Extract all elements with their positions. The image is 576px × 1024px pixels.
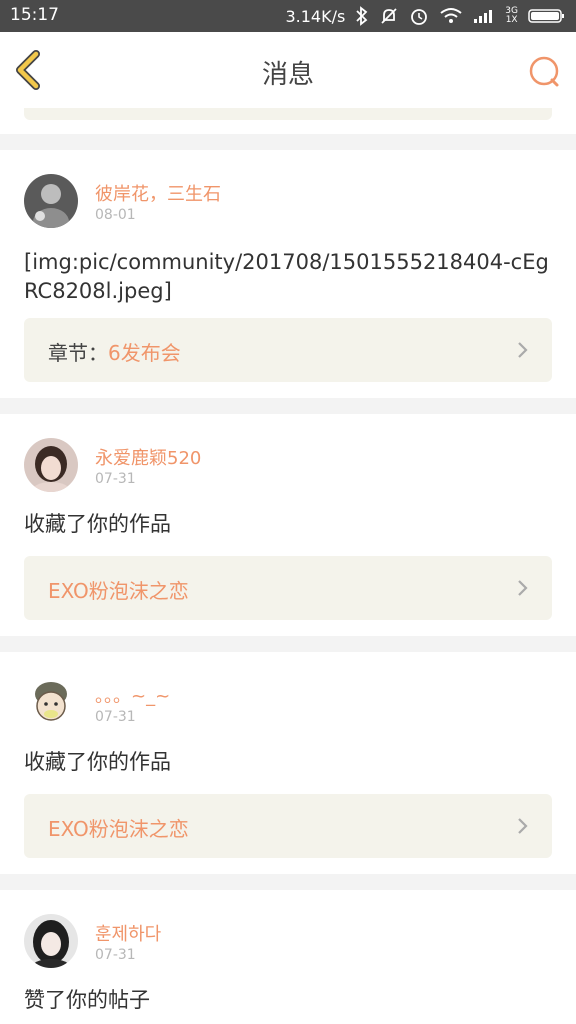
chapter-label: 章节： (48, 341, 108, 365)
message-card[interactable]: 永爱鹿颖520 07-31 收藏了你的作品 EXO粉泡沫之恋 (0, 414, 576, 636)
page-title: 消息 (261, 60, 314, 90)
message-date: 07-31 (95, 947, 136, 963)
battery-icon (528, 8, 566, 24)
avatar[interactable] (24, 174, 78, 228)
previous-card-fragment (0, 108, 576, 134)
status-bar: 15:17 3.14K/s 3G 1X (0, 0, 576, 32)
username[interactable]: 永爱鹿颖520 (95, 444, 201, 470)
message-date: 08-01 (95, 207, 136, 223)
reference-text: EXO粉泡沫之恋 (48, 575, 189, 604)
status-icons: 3.14K/s 3G 1X (285, 0, 566, 32)
chevron-right-icon (518, 818, 528, 834)
message-content: 收藏了你的作品 (24, 512, 171, 536)
signal-icon (473, 8, 495, 24)
network-type: 3G 1X (505, 6, 518, 25)
reference-text: EXO粉泡沫之恋 (48, 813, 189, 842)
reference-text: 章节：6发布会 (48, 337, 181, 366)
wifi-icon (439, 7, 463, 25)
status-time: 15:17 (10, 5, 59, 25)
alarm-icon (409, 6, 429, 26)
message-date: 07-31 (95, 709, 136, 725)
work-link[interactable]: EXO粉泡沫之恋 (24, 794, 552, 858)
chapter-link[interactable]: 章节：6发布会 (24, 318, 552, 382)
work-title: EXO粉泡沫之恋 (48, 817, 189, 841)
nav-bar: 消息 (0, 32, 576, 109)
username[interactable]: 彼岸花，三生石 (95, 180, 221, 206)
username[interactable]: 훈제하다 (95, 920, 161, 946)
network-speed: 3.14K/s (285, 6, 346, 26)
message-content: 收藏了你的作品 (24, 750, 171, 774)
chevron-right-icon (518, 580, 528, 596)
chevron-right-icon (518, 342, 528, 358)
message-card[interactable]: 。。。~_~ 07-31 收藏了你的作品 EXO粉泡沫之恋 (0, 652, 576, 874)
message-card[interactable]: 彼岸花，三生石 08-01 [img:pic/community/201708/… (0, 150, 576, 398)
work-title: EXO粉泡沫之恋 (48, 579, 189, 603)
avatar[interactable] (24, 676, 78, 730)
search-icon (529, 56, 559, 87)
message-card[interactable]: 훈제하다 07-31 赞了你的帖子 (0, 890, 576, 1024)
work-link[interactable]: EXO粉泡沫之恋 (24, 556, 552, 620)
bluetooth-icon (355, 6, 369, 26)
chapter-title: 6发布会 (108, 341, 181, 365)
mute-icon (379, 6, 399, 26)
avatar[interactable] (24, 438, 78, 492)
message-content: [img:pic/community/201708/1501555218404-… (24, 250, 549, 303)
message-content: 赞了你的帖子 (24, 988, 150, 1012)
search-button[interactable] (524, 52, 564, 92)
reference-box-fragment[interactable] (24, 108, 552, 120)
message-date: 07-31 (95, 471, 136, 487)
username[interactable]: 。。。~_~ (95, 682, 170, 708)
avatar[interactable] (24, 914, 78, 968)
